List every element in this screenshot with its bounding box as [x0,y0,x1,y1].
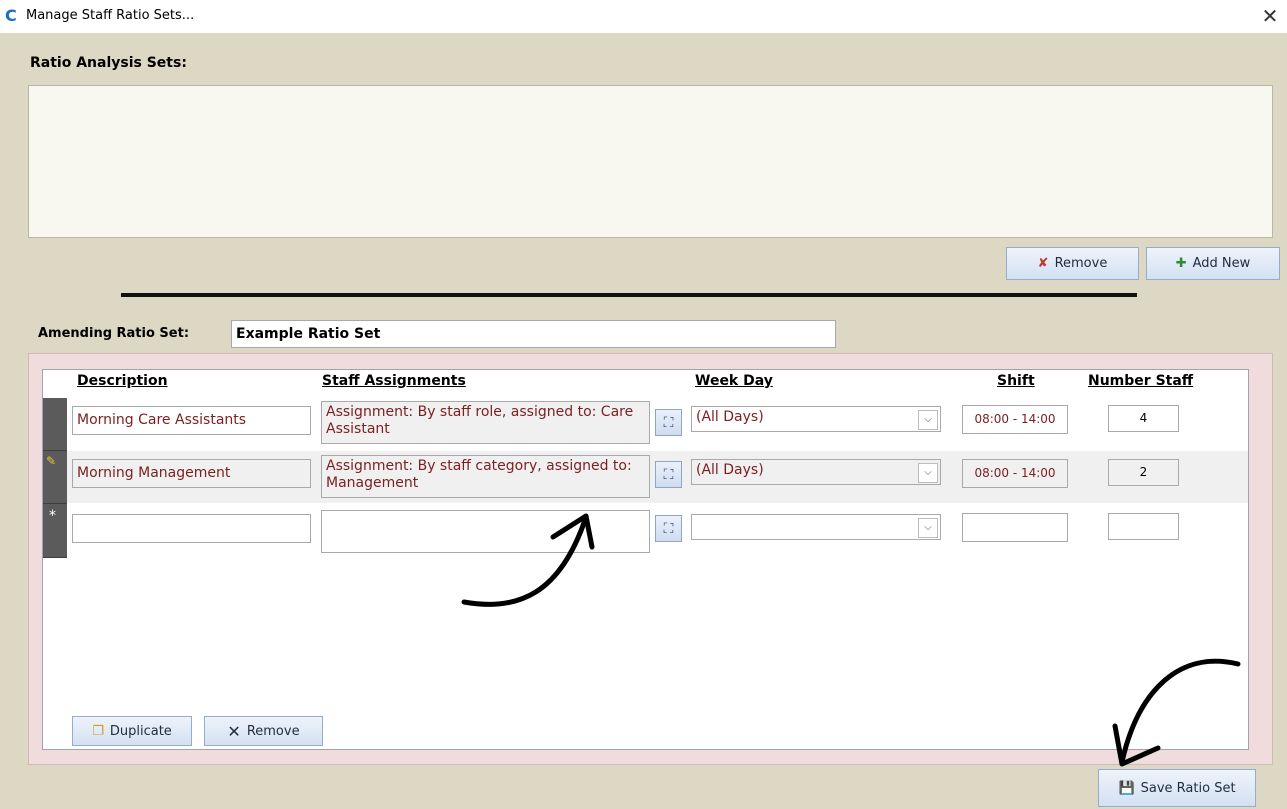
chevron-down-icon[interactable]: ⌵ [918,410,938,430]
asterisk-icon: * [49,508,56,524]
staff-assignments-field[interactable]: Assignment: By staff role, assigned to: … [321,401,650,444]
remove-row-button[interactable]: ✕ Remove [204,716,323,746]
picker-icon[interactable]: ⛶ [655,409,682,436]
description-field[interactable] [72,514,311,543]
chevron-down-icon[interactable]: ⌵ [918,518,938,538]
description-field[interactable]: Morning Management [72,459,311,488]
remove-set-button[interactable]: ✘ Remove [1006,247,1139,280]
add-new-set-label: Add New [1192,256,1251,271]
add-icon: ✚ [1175,256,1187,271]
shift-field[interactable]: 08:00 - 14:00 [962,405,1068,434]
save-ratio-set-label: Save Ratio Set [1140,780,1236,796]
floppy-disk-icon: 💾 [1118,780,1135,796]
duplicate-label: Duplicate [109,723,172,739]
remove-row-label: Remove [246,723,300,739]
picker-icon[interactable]: ⛶ [655,461,682,488]
description-field[interactable]: Morning Care Assistants [72,406,311,435]
staff-assignments-field[interactable] [321,510,650,553]
pencil-icon: ✎ [46,454,57,468]
duplicate-button[interactable]: ❐ Duplicate [72,716,192,746]
ratio-sets-label: Ratio Analysis Sets: [30,55,187,71]
column-header-staff-assignments: Staff Assignments [322,373,466,389]
week-day-value: (All Days) [696,462,764,478]
week-day-select[interactable]: (All Days) ⌵ [691,459,941,485]
record-selector[interactable]: ✎ [43,451,67,504]
shift-field[interactable]: 08:00 - 14:00 [962,459,1068,488]
number-staff-field[interactable]: 2 [1108,459,1179,486]
chevron-down-icon[interactable]: ⌵ [918,463,938,483]
close-icon: ✕ [227,721,241,741]
remove-icon: ✘ [1037,256,1049,271]
amending-ratio-set-label: Amending Ratio Set: [38,326,190,341]
duplicate-icon: ❐ [92,723,104,739]
week-day-value: (All Days) [696,409,764,425]
app-logo: C [5,6,17,25]
column-header-shift: Shift [997,373,1035,389]
column-header-description: Description [77,373,168,389]
record-selector[interactable] [43,398,67,451]
window-title: Manage Staff Ratio Sets... [26,8,195,23]
staff-assignments-field[interactable]: Assignment: By staff category, assigned … [321,455,650,498]
close-icon[interactable]: ✕ [1258,4,1282,28]
remove-set-label: Remove [1054,256,1108,271]
divider-line [121,293,1137,297]
save-ratio-set-button[interactable]: 💾 Save Ratio Set [1098,769,1256,807]
ratio-sets-list[interactable] [28,85,1273,238]
picker-icon[interactable]: ⛶ [655,515,682,542]
shift-field[interactable] [962,513,1068,542]
ratio-set-name-input[interactable]: Example Ratio Set [231,320,836,348]
number-staff-field[interactable]: 4 [1108,405,1179,432]
record-selector-new[interactable]: * [43,504,67,558]
week-day-select[interactable]: (All Days) ⌵ [691,406,941,432]
add-new-set-button[interactable]: ✚ Add New [1146,247,1280,280]
number-staff-field[interactable] [1108,513,1179,540]
week-day-select[interactable]: ⌵ [691,514,941,540]
column-header-number-staff: Number Staff [1088,373,1194,389]
column-header-week-day: Week Day [695,373,773,389]
